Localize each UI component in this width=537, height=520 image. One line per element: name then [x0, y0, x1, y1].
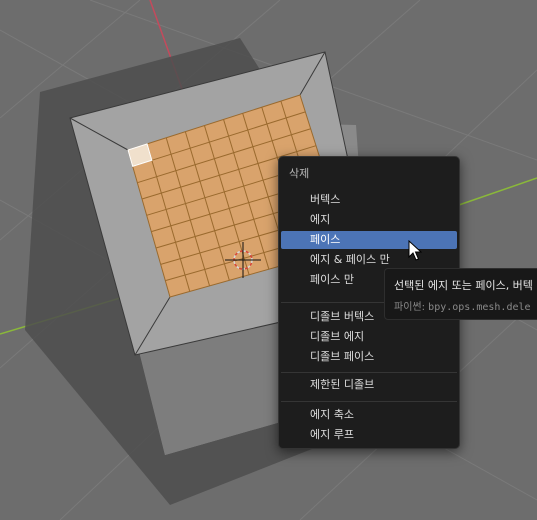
menu-item[interactable]: 에지	[281, 211, 457, 229]
menu-item[interactable]: 디졸브 페이스	[281, 348, 457, 366]
y-axis-line-right	[455, 177, 537, 207]
menu-item[interactable]: 제한된 디졸브	[281, 376, 457, 394]
tooltip-python-line: 파이썬: bpy.ops.mesh.dele	[394, 298, 531, 313]
menu-separator	[281, 372, 457, 373]
menu-separator	[281, 401, 457, 402]
menu-item[interactable]: 에지 축소	[281, 406, 457, 424]
tooltip-python-code: bpy.ops.mesh.dele	[428, 302, 531, 313]
menu-item[interactable]: 페이스	[281, 231, 457, 249]
menu-title: 삭제	[289, 167, 310, 180]
tooltip: 선택된 에지 또는 페이스, 버텍 파이썬: bpy.ops.mesh.dele	[384, 268, 537, 320]
tooltip-description: 선택된 에지 또는 페이스, 버텍	[394, 279, 533, 292]
menu-item[interactable]: 에지 루프	[281, 426, 457, 444]
menu-item[interactable]: 버텍스	[281, 191, 457, 209]
mouse-pointer-icon	[408, 240, 422, 261]
tooltip-python-label: 파이썬:	[394, 302, 425, 313]
menu-item[interactable]: 디졸브 에지	[281, 328, 457, 346]
menu-item[interactable]: 에지 & 페이스 만	[281, 251, 457, 269]
